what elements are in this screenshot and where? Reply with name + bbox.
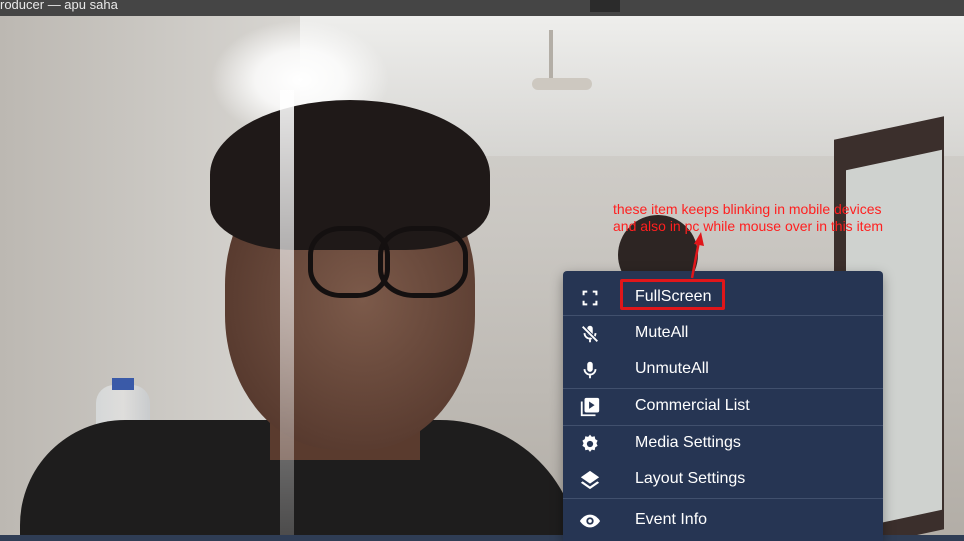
menu-item-layout-settings[interactable]: Layout Settings — [563, 461, 883, 497]
menu-divider — [563, 498, 883, 499]
menu-item-label: Media Settings — [635, 434, 741, 451]
eye-icon — [579, 514, 601, 528]
annotation-note: these item keeps blinking in mobile devi… — [613, 201, 883, 235]
ceiling-fan — [532, 78, 592, 90]
annotation-line-2: and also in pc while mouse over in this … — [613, 218, 884, 234]
menu-item-label: Commercial List — [635, 397, 750, 414]
annotation-arrow-icon — [690, 232, 704, 279]
title-bar-tab[interactable] — [590, 0, 620, 12]
context-menu: FullScreen MuteAll UnmuteAll Commercial … — [563, 271, 883, 541]
mic-icon — [583, 361, 597, 379]
menu-item-muteall[interactable]: MuteAll — [563, 315, 883, 351]
menu-item-event-info[interactable]: Event Info — [563, 502, 883, 538]
menu-item-label: Layout Settings — [635, 470, 746, 487]
gear-icon — [582, 434, 598, 452]
video-library-icon — [580, 397, 600, 417]
annotation-line-1: these item keeps blinking in mobile devi… — [613, 201, 882, 217]
light-beam — [280, 90, 294, 541]
mic-off-icon — [581, 325, 599, 343]
ceiling-fan-rod — [549, 30, 553, 80]
menu-item-label: UnmuteAll — [635, 360, 709, 377]
menu-item-commercial-list[interactable]: Commercial List — [563, 388, 883, 424]
window-title-bar: roducer — apu saha — [0, 0, 964, 16]
fullscreen-icon — [582, 290, 598, 306]
menu-item-unmuteall[interactable]: UnmuteAll — [563, 351, 883, 387]
bottle-cap — [112, 378, 134, 390]
menu-item-media-settings[interactable]: Media Settings — [563, 425, 883, 461]
menu-item-label: Event Info — [635, 511, 708, 528]
window-title: roducer — apu saha — [0, 0, 118, 12]
layers-icon — [580, 470, 600, 490]
glasses-right-lens — [378, 226, 468, 298]
menu-item-label: MuteAll — [635, 324, 689, 341]
